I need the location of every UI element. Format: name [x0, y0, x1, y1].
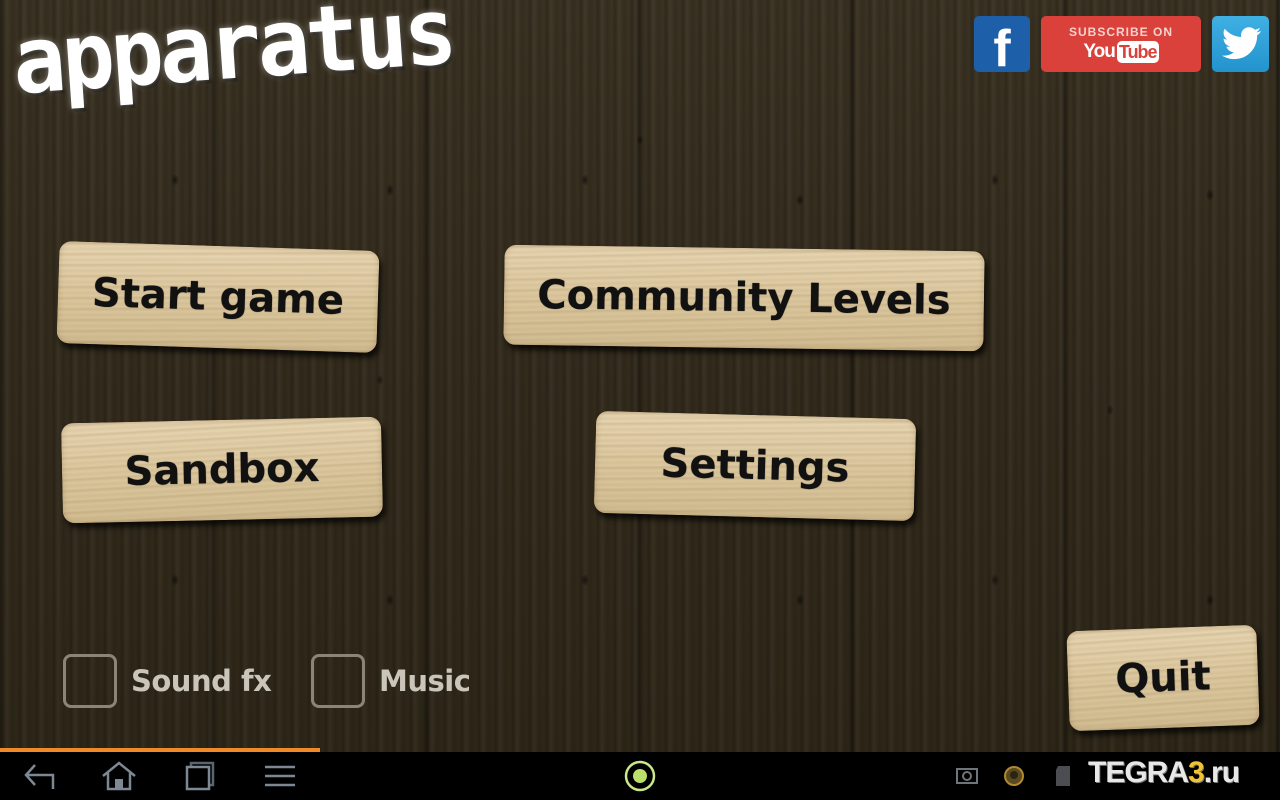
game-logo: apparatus	[8, 0, 457, 116]
community-levels-button[interactable]: Community Levels	[503, 244, 985, 352]
watermark: TEGRA3.ru	[1088, 756, 1240, 790]
watermark-suffix: .ru	[1203, 756, 1240, 789]
twitter-bird-icon	[1221, 27, 1261, 60]
sandbox-label: Sandbox	[124, 444, 320, 496]
sound-fx-label: Sound fx	[131, 664, 272, 698]
sd-card-icon	[1056, 766, 1070, 786]
recent-apps-button[interactable]	[180, 760, 220, 792]
sound-fx-toggle[interactable]: Sound fx	[63, 654, 272, 708]
youtube-subscribe-label: SUBSCRIBE ON	[1068, 25, 1173, 39]
sandbox-button[interactable]: Sandbox	[60, 416, 384, 524]
watermark-prefix: TEGRA	[1088, 756, 1189, 789]
youtube-logo-you: You	[1083, 41, 1116, 62]
youtube-subscribe-button[interactable]: SUBSCRIBE ON You Tube	[1041, 16, 1201, 72]
launcher-button[interactable]	[620, 760, 660, 792]
menu-button[interactable]	[260, 760, 300, 792]
watermark-number: 3	[1188, 756, 1205, 789]
music-toggle[interactable]: Music	[311, 654, 471, 708]
back-icon	[24, 764, 55, 789]
home-button[interactable]	[99, 760, 139, 792]
start-game-button[interactable]: Start game	[56, 240, 380, 354]
screenshot-icon[interactable]	[955, 764, 979, 786]
launcher-dot-icon	[624, 760, 656, 792]
quit-label: Quit	[1114, 653, 1212, 703]
facebook-button[interactable]: f	[974, 16, 1030, 78]
game-background: apparatus f SUBSCRIBE ON You Tube Start …	[0, 0, 1280, 752]
start-game-label: Start game	[91, 270, 345, 324]
recent-apps-icon	[185, 761, 215, 791]
youtube-logo-tube: Tube	[1116, 41, 1159, 63]
settings-label: Settings	[660, 440, 850, 492]
community-levels-label: Community Levels	[537, 272, 951, 324]
facebook-icon: f	[993, 20, 1011, 78]
music-checkbox[interactable]	[311, 654, 365, 708]
home-icon	[102, 761, 136, 791]
quit-button[interactable]: Quit	[1066, 624, 1260, 732]
music-label: Music	[379, 664, 471, 698]
menu-icon	[265, 765, 295, 787]
sound-fx-checkbox[interactable]	[63, 654, 117, 708]
twitter-button[interactable]	[1212, 16, 1269, 72]
app-notification-icon[interactable]	[1002, 764, 1026, 788]
youtube-icon: You Tube	[1083, 41, 1159, 63]
back-button[interactable]	[20, 760, 60, 792]
settings-button[interactable]: Settings	[593, 410, 917, 522]
